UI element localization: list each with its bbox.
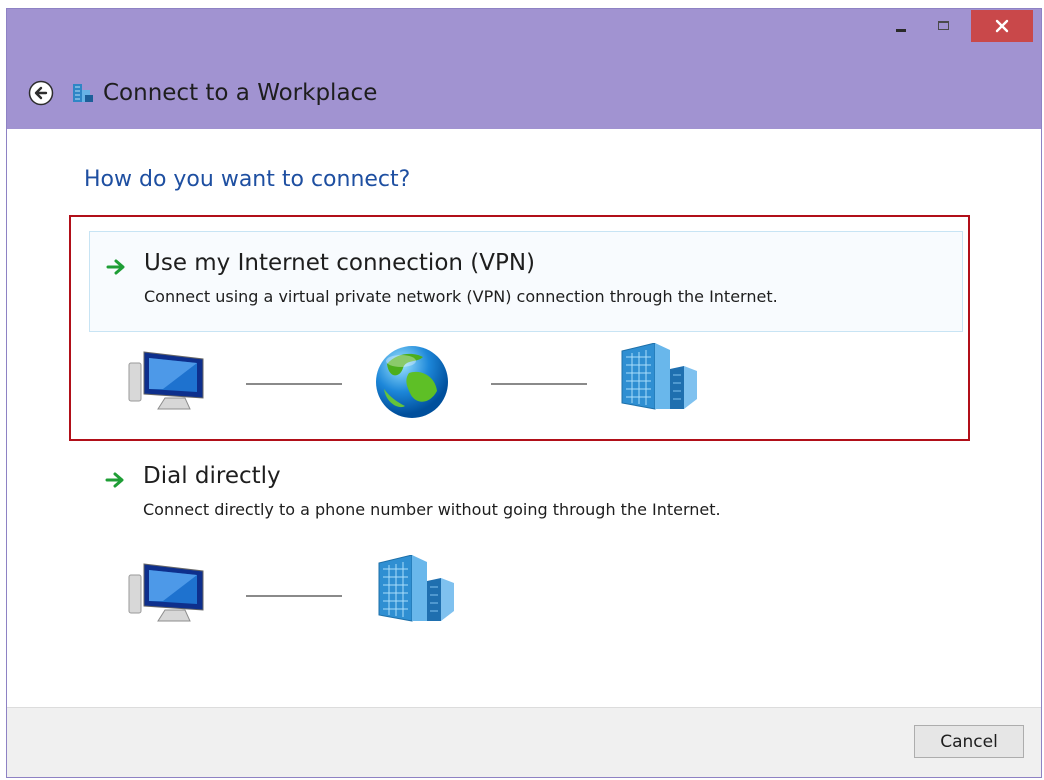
page-heading: How do you want to connect? xyxy=(84,167,411,192)
dial-directly-option[interactable]: Dial directly Connect directly to a phon… xyxy=(89,455,963,525)
vpn-option-description: Connect using a virtual private network … xyxy=(144,287,778,306)
computer-icon xyxy=(128,351,204,410)
vpn-connector-line-1 xyxy=(246,383,342,385)
globe-icon xyxy=(376,346,448,418)
minimize-button[interactable] xyxy=(881,9,921,41)
building-icon xyxy=(378,555,454,622)
maximize-icon xyxy=(937,20,949,30)
back-button[interactable] xyxy=(27,79,55,107)
connect-workplace-window: Connect to a Workplace How do you want t… xyxy=(6,8,1042,778)
vpn-option-title: Use my Internet connection (VPN) xyxy=(144,250,536,276)
window-title: Connect to a Workplace xyxy=(103,80,378,106)
close-icon xyxy=(995,19,1009,33)
green-arrow-icon xyxy=(105,472,124,488)
window-controls xyxy=(881,9,1033,47)
cancel-button[interactable]: Cancel xyxy=(914,725,1024,758)
vpn-connector-line-2 xyxy=(491,383,587,385)
maximize-button[interactable] xyxy=(921,9,961,41)
green-arrow-icon xyxy=(106,259,125,275)
close-button[interactable] xyxy=(971,10,1033,42)
dialog-footer: Cancel xyxy=(7,707,1041,777)
dialog-content: How do you want to connect? Use my Inter… xyxy=(7,129,1041,707)
dial-option-description: Connect directly to a phone number witho… xyxy=(143,500,721,519)
minimize-icon xyxy=(896,28,906,32)
vpn-option[interactable]: Use my Internet connection (VPN) Connect… xyxy=(89,231,963,332)
back-arrow-icon xyxy=(28,80,54,106)
dial-option-title: Dial directly xyxy=(143,463,281,489)
building-icon xyxy=(621,343,697,410)
dial-connector-line xyxy=(246,595,342,597)
computer-icon xyxy=(128,563,204,622)
workplace-icon xyxy=(71,81,95,105)
title-bar: Connect to a Workplace xyxy=(7,9,1041,129)
navigation-row: Connect to a Workplace xyxy=(27,77,377,109)
